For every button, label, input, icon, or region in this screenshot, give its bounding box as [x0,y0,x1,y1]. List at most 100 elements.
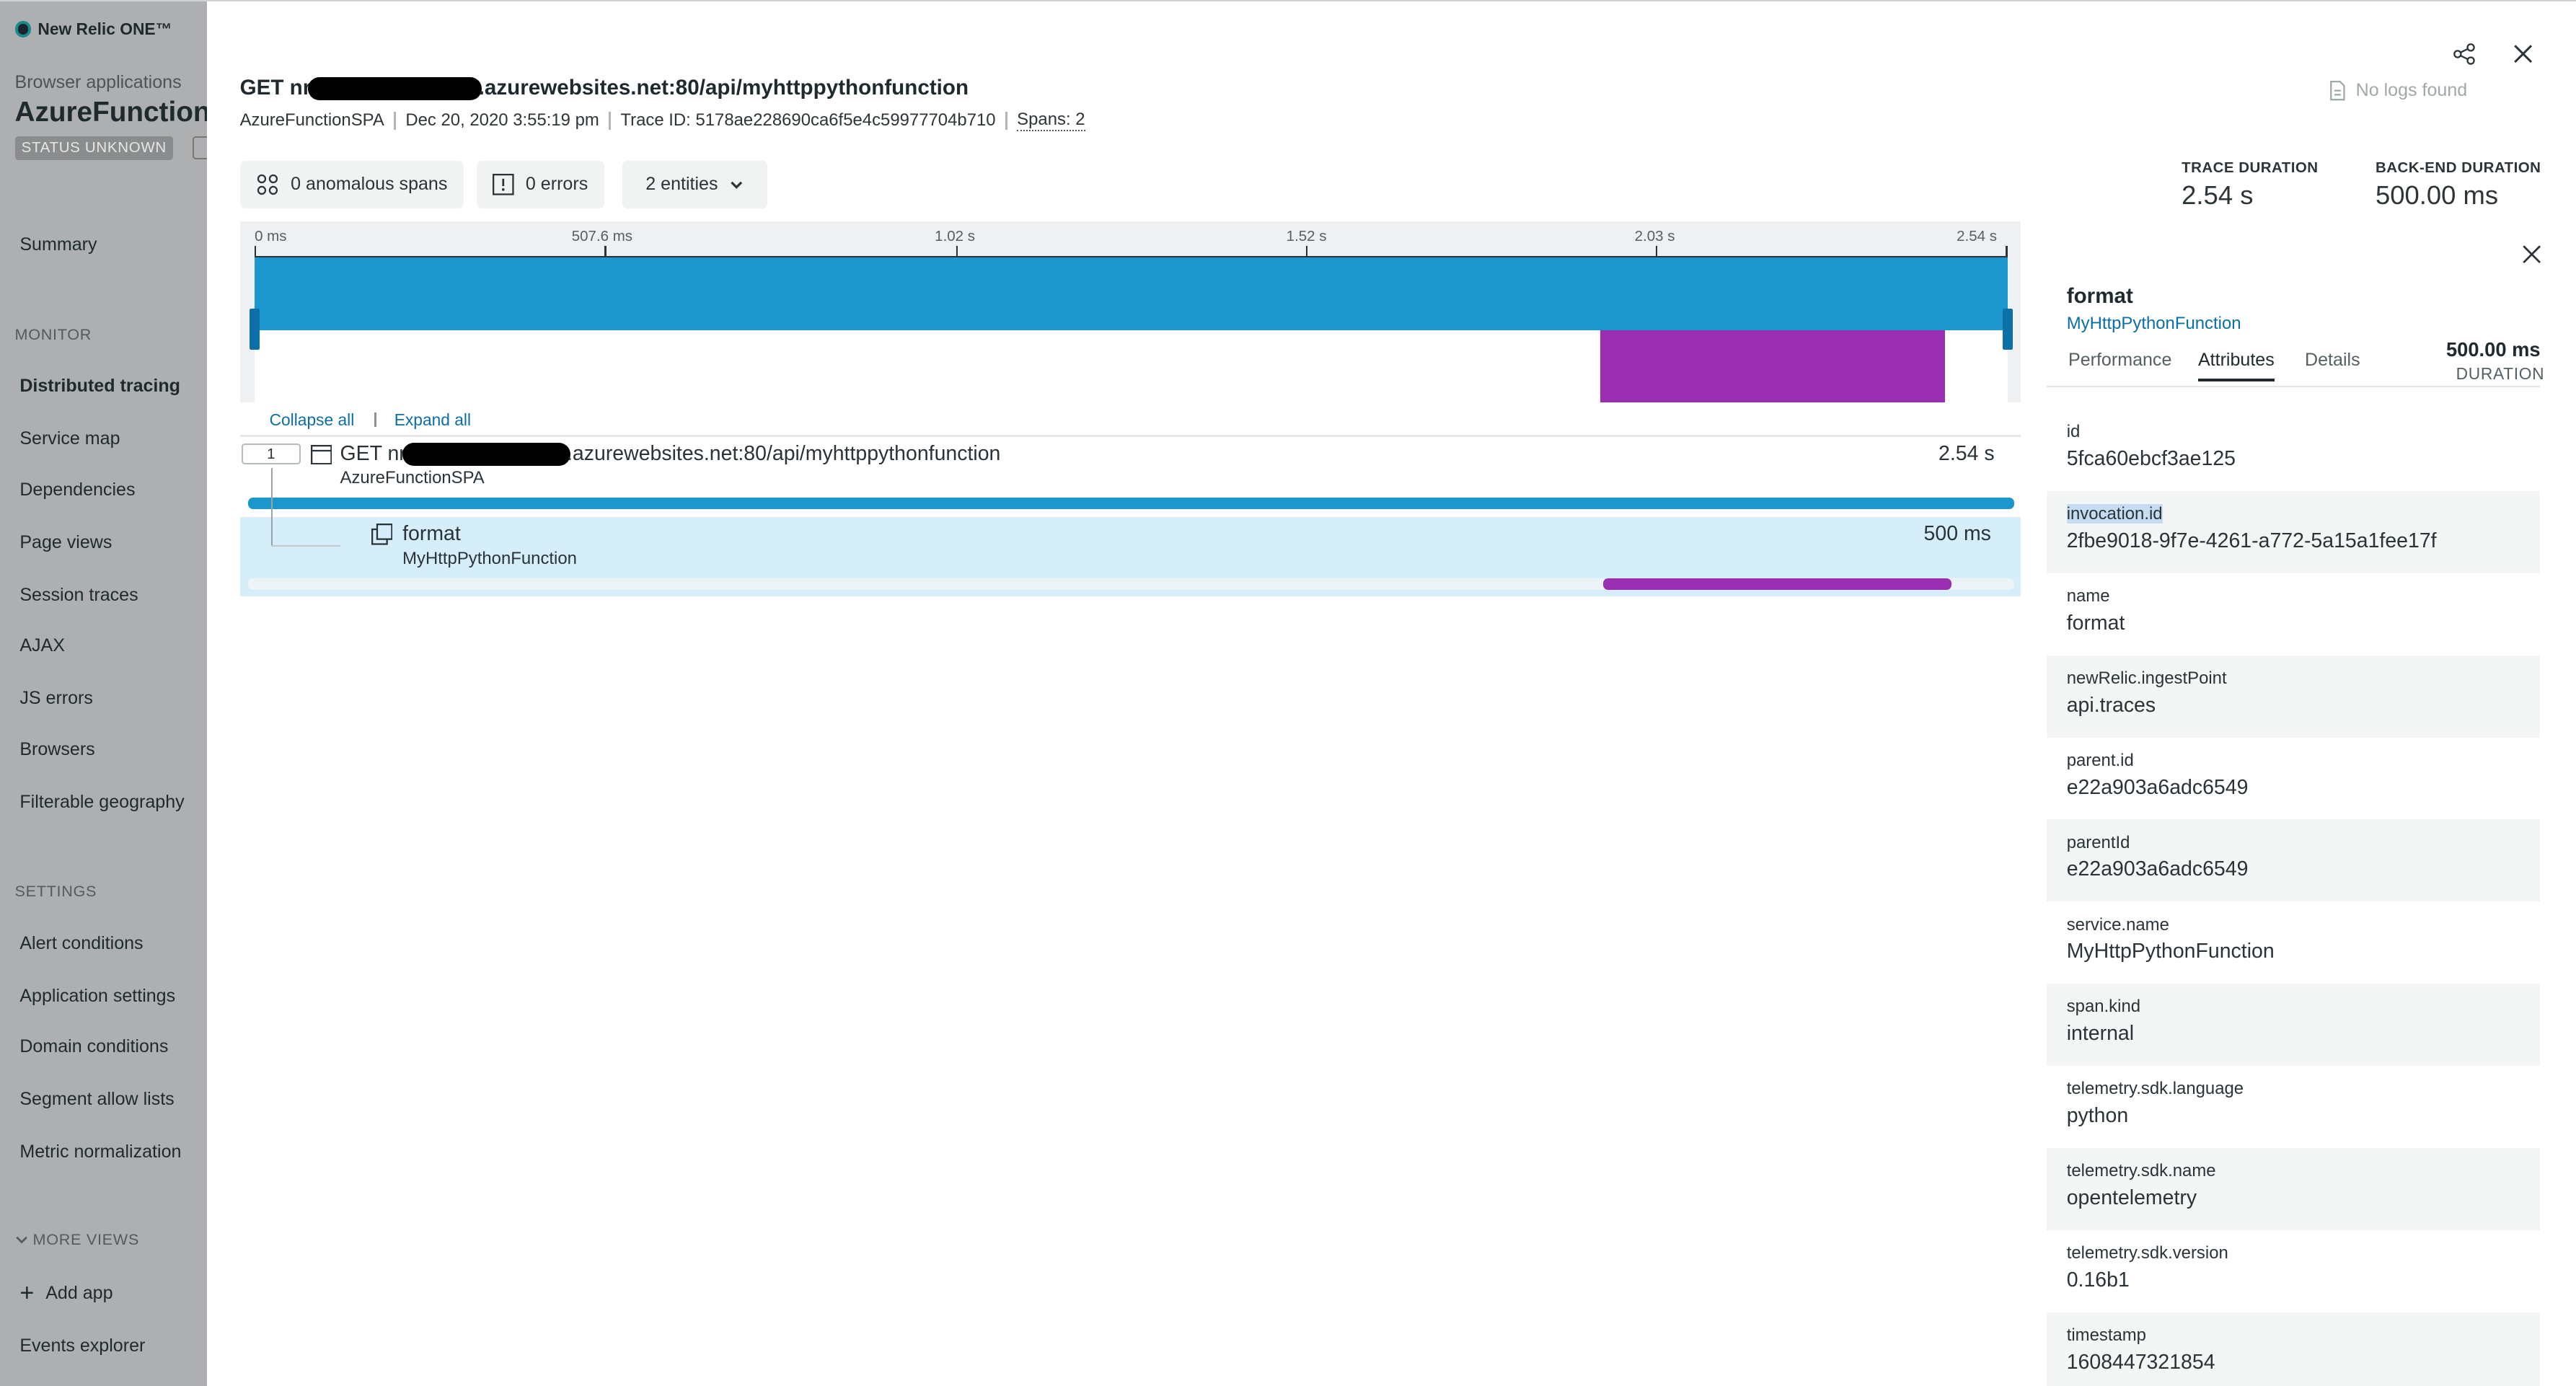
span-name[interactable]: format [402,522,461,546]
sidebar-item-alert-conditions[interactable]: Alert conditions [19,933,143,954]
span-duration-bar [247,497,2014,509]
span-detail-entity-link[interactable]: MyHttpPythonFunction [2067,314,2241,334]
attribute-value[interactable]: e22a903a6adc6549 [2067,776,2520,800]
error-icon [493,174,514,195]
attribute-value[interactable]: e22a903a6adc6549 [2067,857,2520,881]
attribute-row: timestamp 1608447321854 [2047,1312,2540,1386]
sidebar-item-browsers[interactable]: Browsers [19,739,94,760]
attribute-key: name [2066,586,2110,606]
trace-title-suffix: .azurewebsites.net:80/api/myhttppythonfu… [478,75,969,100]
sidebar: New Relic ONE™ Browser applications Azur… [0,1,208,1386]
span-detail-duration: 500.00 ms [2445,337,2541,361]
attribute-key: parent.id [2066,750,2134,770]
child-span-bar[interactable] [1600,330,1946,402]
attribute-row: parentId e22a903a6adc6549 [2047,819,2540,902]
sidebar-item-service-map[interactable]: Service map [19,428,120,449]
sidebar-item-dependencies[interactable]: Dependencies [19,480,135,500]
trace-meta: AzureFunctionSPA Dec 20, 2020 3:55:19 pm… [239,110,1085,132]
span-entity: AzureFunctionSPA [340,467,485,487]
attribute-value[interactable]: 5fca60ebcf3ae125 [2067,447,2520,471]
attribute-key: parentId [2066,832,2130,852]
attribute-value[interactable]: format [2067,612,2520,635]
sidebar-item-distributed-tracing[interactable]: Distributed tracing [19,376,180,397]
backend-duration-label: BACK-END DURATION [2375,159,2541,176]
redaction-mark [307,76,482,100]
more-views-toggle[interactable]: MORE VIEWS [15,1230,139,1249]
collapse-all-link[interactable]: Collapse all [270,410,355,430]
anomaly-icon [257,174,278,195]
close-icon[interactable] [2510,41,2536,67]
attribute-key: newRelic.ingestPoint [2066,668,2227,688]
span-duration: 500 ms [1923,522,1991,546]
attribute-key-text: invocation.id [2066,504,2163,524]
timeline-left-handle[interactable] [250,308,260,350]
sidebar-item-page-views[interactable]: Page views [19,532,112,553]
app-root: New Relic ONE™ Browser applications Azur… [0,0,2576,1386]
root-span-bar[interactable] [255,257,2008,330]
settings-section-label: SETTINGS [14,882,97,900]
sidebar-item-events-explorer[interactable]: Events explorer [19,1336,145,1356]
trace-title: GET nr .azurewebsites.net:80/api/myhttppy… [240,76,969,100]
attribute-row: telemetry.sdk.language python [2047,1066,2539,1148]
brand-name: New Relic ONE™ [38,19,172,39]
span-count-toggle[interactable]: 1 [241,443,301,465]
sidebar-item-ajax[interactable]: AJAX [19,635,65,656]
trace-spans-count[interactable]: Spans: 2 [1017,110,1085,132]
tree-connector [270,467,273,545]
tab-performance[interactable]: Performance [2068,350,2171,371]
attribute-row: service.name MyHttpPythonFunction [2047,901,2539,984]
attribute-value[interactable]: 0.16b1 [2067,1268,2520,1292]
browser-icon [310,445,332,465]
trace-app: AzureFunctionSPA [239,110,384,131]
close-icon[interactable] [2518,242,2544,268]
new-relic-logo[interactable]: New Relic ONE™ [14,19,172,39]
attribute-value[interactable]: api.traces [2067,694,2520,718]
attribute-value[interactable]: MyHttpPythonFunction [2067,940,2520,963]
span-duration-bar [1603,578,1952,590]
entities-dropdown[interactable]: 2 entities [622,160,767,208]
attribute-value[interactable]: internal [2067,1022,2520,1046]
attribute-key: telemetry.sdk.language [2066,1079,2244,1099]
tab-attributes[interactable]: Attributes [2197,350,2275,382]
errors-chip[interactable]: 0 errors [476,160,604,208]
sidebar-item-js-errors[interactable]: JS errors [19,688,93,709]
divider [239,435,2021,437]
no-logs-indicator: No logs found [2329,80,2467,101]
attribute-key: id [2066,422,2081,442]
sidebar-item-metric-normalization[interactable]: Metric normalization [19,1142,181,1162]
attribute-value[interactable]: 2fbe9018-9f7e-4261-a772-5a15a1fee17f [2067,529,2520,553]
backend-duration-value: 500.00 ms [2375,180,2499,211]
attribute-row: invocation.id 2fbe9018-9f7e-4261-a772-5a… [2047,490,2540,573]
app-type-label: Browser applications [14,71,182,92]
chevron-down-icon [731,181,743,189]
chevron-down-icon [15,1236,27,1244]
span-name[interactable]: GET nr .azurewebsites.net:80/api/myhttppy… [340,442,1000,466]
timeline-tick: 2.54 s [1957,228,1997,245]
share-icon[interactable] [2451,41,2477,67]
attribute-row: id 5fca60ebcf3ae125 [2047,409,2539,491]
trace-date: Dec 20, 2020 3:55:19 pm [405,110,599,131]
trace-duration-label: TRACE DURATION [2182,159,2319,176]
attribute-row: name format [2047,573,2539,656]
add-app-button[interactable]: + Add app [19,1281,113,1305]
sidebar-item-application-settings[interactable]: Application settings [19,986,175,1007]
sidebar-item-session-traces[interactable]: Session traces [19,585,138,606]
sidebar-item-domain-conditions[interactable]: Domain conditions [19,1036,168,1057]
anomalous-spans-chip[interactable]: 0 anomalous spans [239,160,464,208]
attribute-value[interactable]: 1608447321854 [2067,1351,2520,1374]
sidebar-item-filterable-geography[interactable]: Filterable geography [19,792,184,813]
trace-id: Trace ID: 5178ae228690ca6f5e4c59977704b7… [620,110,996,131]
attribute-value[interactable]: python [2067,1104,2520,1128]
attribute-key: invocation.id [2066,504,2520,524]
expand-all-link[interactable]: Expand all [394,410,471,430]
document-icon [2330,81,2345,101]
sidebar-item-summary[interactable]: Summary [19,234,97,255]
timeline-tick: 1.02 s [935,228,976,245]
new-relic-logo-icon [14,21,32,37]
attribute-value[interactable]: opentelemetry [2067,1186,2520,1210]
trace-duration-value: 2.54 s [2182,180,2254,211]
timeline-right-handle[interactable] [2002,308,2013,350]
timeline-tick: 1.52 s [1286,228,1327,245]
sidebar-item-segment-allow-lists[interactable]: Segment allow lists [19,1089,174,1110]
tab-details[interactable]: Details [2305,350,2360,371]
